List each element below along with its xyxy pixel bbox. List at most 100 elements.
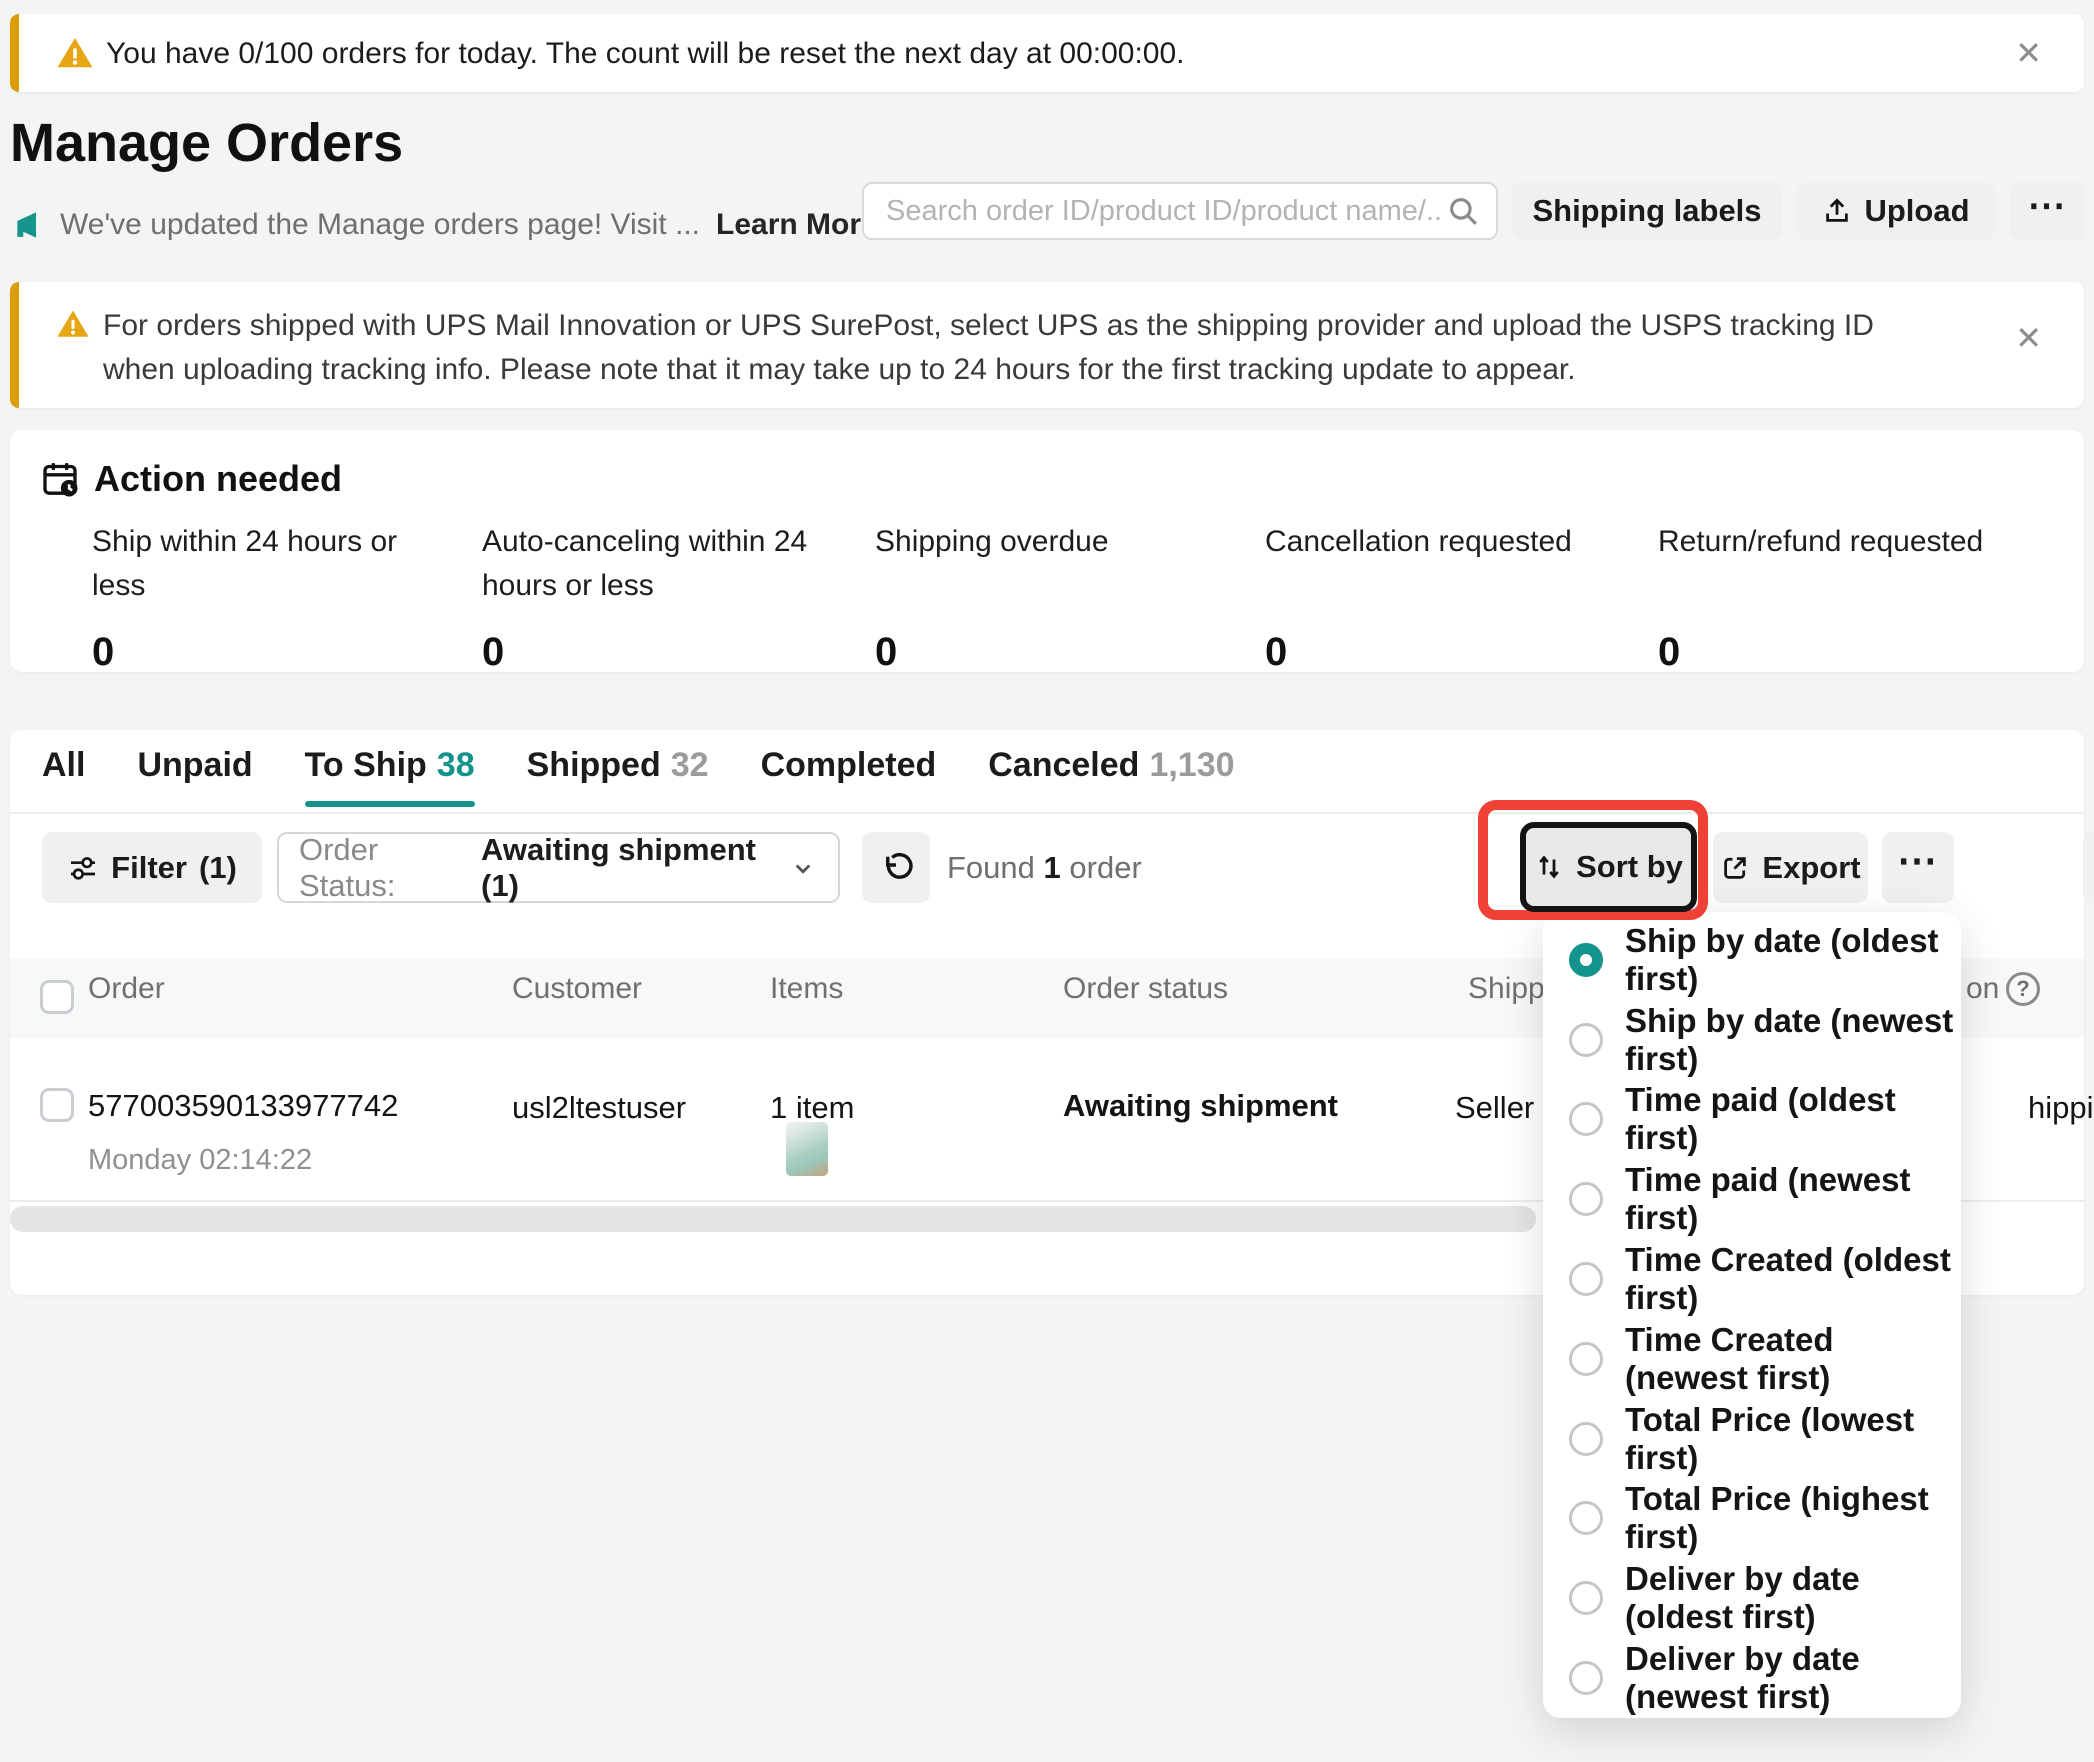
col-order-status: Order status: [1063, 972, 1228, 1006]
filter-label: Filter: [111, 850, 187, 886]
order-search: [862, 182, 1498, 240]
stat-value[interactable]: 0: [92, 630, 114, 675]
stat-label: Shipping overdue: [875, 520, 1205, 564]
sort-option-time-paid-oldest[interactable]: Time paid (oldest first): [1569, 1080, 1961, 1160]
order-tabs: All Unpaid To Ship 38 Shipped 32 Complet…: [42, 746, 1235, 807]
sort-option-time-created-oldest[interactable]: Time Created (oldest first): [1569, 1239, 1961, 1319]
tab-unpaid[interactable]: Unpaid: [137, 746, 252, 807]
tab-count: 1,130: [1149, 746, 1234, 785]
product-thumbnail[interactable]: [786, 1122, 828, 1176]
order-status-label: Order Status:: [299, 832, 467, 904]
announcement-text: We've updated the Manage orders page! Vi…: [60, 208, 700, 242]
close-icon[interactable]: ✕: [2015, 37, 2042, 69]
order-id[interactable]: 577003590133977742: [88, 1088, 398, 1124]
sort-menu: Ship by date (oldest first) Ship by date…: [1543, 912, 1961, 1718]
ups-banner-text: For orders shipped with UPS Mail Innovat…: [103, 304, 1913, 392]
sort-option-total-price-highest[interactable]: Total Price (highest first): [1569, 1479, 1961, 1559]
reset-icon: [878, 850, 914, 886]
radio-selected-icon: [1569, 943, 1603, 977]
tab-label: To Ship: [305, 746, 427, 785]
table-more-button[interactable]: ⋯: [1882, 832, 1954, 903]
sort-by-label: Sort by: [1576, 849, 1683, 885]
horizontal-scrollbar[interactable]: [10, 1206, 1536, 1232]
tab-label: Completed: [761, 746, 937, 785]
sort-option-label: Ship by date (newest first): [1625, 1002, 1961, 1078]
found-prefix: Found: [947, 850, 1035, 885]
sort-icon: [1534, 852, 1564, 882]
tab-to-ship[interactable]: To Ship 38: [305, 746, 475, 807]
sort-option-label: Time Created (oldest first): [1625, 1241, 1961, 1317]
ups-banner: For orders shipped with UPS Mail Innovat…: [10, 282, 2084, 408]
tabs-divider: [10, 812, 2084, 814]
sort-option-label: Deliver by date (newest first): [1625, 1640, 1961, 1716]
upload-button[interactable]: Upload: [1797, 182, 1995, 240]
action-needed-label: Action needed: [94, 458, 342, 500]
search-input[interactable]: [884, 194, 1446, 229]
tab-canceled[interactable]: Canceled 1,130: [988, 746, 1234, 807]
col-customer: Customer: [512, 972, 642, 1006]
stat-value[interactable]: 0: [482, 630, 504, 675]
more-icon: ⋯: [2028, 183, 2068, 228]
reset-filters-button[interactable]: [862, 832, 930, 903]
header-more-button[interactable]: ⋯: [2010, 182, 2085, 240]
learn-more-link[interactable]: Learn More: [716, 208, 878, 242]
search-icon[interactable]: [1446, 194, 1480, 228]
help-icon[interactable]: ?: [2006, 972, 2040, 1006]
sort-option-deliver-by-date-oldest[interactable]: Deliver by date (oldest first): [1569, 1558, 1961, 1638]
filter-button[interactable]: Filter (1): [42, 832, 262, 903]
sort-option-time-paid-newest[interactable]: Time paid (newest first): [1569, 1159, 1961, 1239]
clipped-edge-button[interactable]: [2083, 832, 2094, 903]
radio-icon: [1569, 1422, 1603, 1456]
found-suffix: order: [1069, 850, 1141, 885]
order-time: Monday 02:14:22: [88, 1144, 312, 1177]
export-icon: [1720, 853, 1750, 883]
sort-option-label: Total Price (lowest first): [1625, 1401, 1961, 1477]
radio-icon: [1569, 1661, 1603, 1695]
announcement: We've updated the Manage orders page! Vi…: [12, 208, 878, 242]
upload-icon: [1822, 196, 1852, 226]
sort-option-label: Time paid (oldest first): [1625, 1081, 1961, 1157]
tab-completed[interactable]: Completed: [761, 746, 937, 807]
order-status-value: Awaiting shipment (1): [481, 832, 774, 904]
customer-name[interactable]: usl2ltestuser: [512, 1090, 686, 1126]
sort-option-ship-by-date-newest[interactable]: Ship by date (newest first): [1569, 1000, 1961, 1080]
sort-option-label: Time paid (newest first): [1625, 1161, 1961, 1237]
sort-option-ship-by-date-oldest[interactable]: Ship by date (oldest first): [1569, 920, 1961, 1000]
stat-value[interactable]: 0: [1265, 630, 1287, 675]
tab-count: 38: [437, 746, 475, 785]
stat-value[interactable]: 0: [875, 630, 897, 675]
export-button[interactable]: Export: [1713, 832, 1868, 903]
sort-option-time-created-newest[interactable]: Time Created (newest first): [1569, 1319, 1961, 1399]
col-shipping-right-fragment: on: [1966, 972, 1999, 1006]
row-checkbox[interactable]: [40, 1088, 74, 1122]
sort-option-label: Time Created (newest first): [1625, 1321, 1961, 1397]
sort-option-deliver-by-date-newest[interactable]: Deliver by date (newest first): [1569, 1638, 1961, 1718]
calendar-clock-icon: [40, 459, 80, 499]
close-icon[interactable]: ✕: [2015, 322, 2042, 354]
tab-all[interactable]: All: [42, 746, 85, 807]
order-status-select[interactable]: Order Status: Awaiting shipment (1): [277, 832, 840, 903]
upload-label: Upload: [1864, 193, 1969, 229]
action-needed-title: Action needed: [40, 458, 342, 500]
sort-option-total-price-lowest[interactable]: Total Price (lowest first): [1569, 1399, 1961, 1479]
megaphone-icon: [12, 209, 44, 241]
sort-option-label: Deliver by date (oldest first): [1625, 1560, 1961, 1636]
quota-banner-text: You have 0/100 orders for today. The cou…: [106, 37, 1185, 71]
banner-accent-bar: [10, 14, 19, 92]
found-orders-text: Found 1 order: [947, 850, 1142, 886]
sort-option-label: Total Price (highest first): [1625, 1480, 1961, 1556]
items-count: 1 item: [770, 1090, 854, 1126]
stat-value[interactable]: 0: [1658, 630, 1680, 675]
quota-banner: You have 0/100 orders for today. The cou…: [10, 14, 2084, 92]
stat-label: Cancellation requested: [1265, 520, 1595, 564]
radio-icon: [1569, 1182, 1603, 1216]
tab-shipped[interactable]: Shipped 32: [527, 746, 709, 807]
stat-label: Return/refund requested: [1658, 520, 1988, 564]
sort-by-button[interactable]: Sort by: [1520, 822, 1697, 912]
radio-icon: [1569, 1023, 1603, 1057]
select-all-checkbox[interactable]: [40, 980, 74, 1014]
warning-icon: [56, 307, 90, 341]
radio-icon: [1569, 1262, 1603, 1296]
shipping-value-left-fragment: Seller: [1455, 1090, 1534, 1126]
shipping-labels-button[interactable]: Shipping labels: [1512, 182, 1782, 240]
